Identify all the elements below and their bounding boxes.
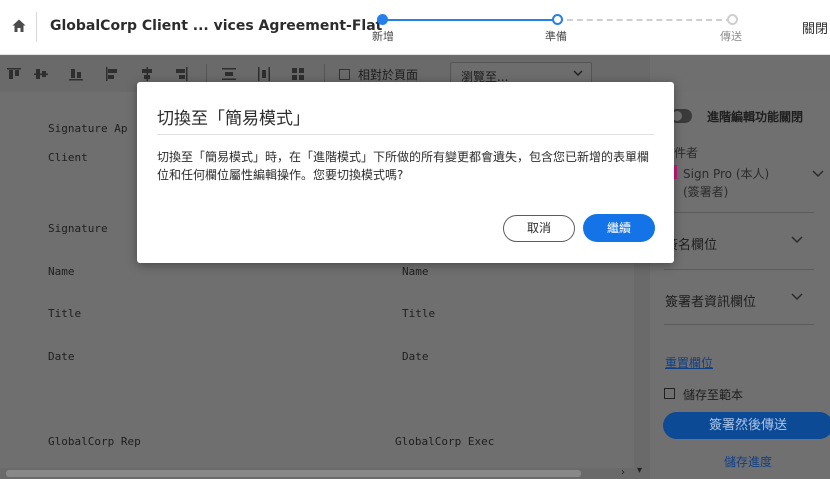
toolbar-divider	[324, 64, 325, 84]
chevron-down-icon[interactable]	[791, 293, 803, 301]
step-line-complete	[382, 19, 557, 21]
advanced-editing-label: 進階編輯功能關閉	[707, 110, 804, 124]
scroll-right-icon[interactable]: ›	[621, 467, 625, 478]
doc-text-date-left: Date	[48, 350, 75, 363]
step-label-prepare: 準備	[545, 30, 567, 43]
top-header: GlobalCorp Client ... vices Agreement-Fl…	[0, 0, 830, 55]
signer-role: (簽署者)	[683, 185, 729, 199]
signer-name[interactable]: Sign Pro (本人)	[683, 165, 769, 182]
signer-info-fields-section[interactable]: 簽署者資訊欄位	[665, 291, 756, 310]
step-line-pending	[557, 19, 732, 21]
doc-text-globalcorp-exec: GlobalCorp Exec	[395, 435, 495, 448]
distribute-vertical-icon[interactable]	[221, 66, 237, 82]
doc-text-title-left: Title	[48, 307, 82, 320]
switch-mode-dialog: 切換至「簡易模式」 切換至「簡易模式」時，在「進階模式」下所做的所有變更都會遺失…	[137, 82, 674, 263]
doc-text-client: Client	[48, 151, 88, 164]
step-dot-prepare	[552, 14, 563, 25]
divider	[664, 269, 814, 270]
chevron-down-icon[interactable]	[791, 236, 803, 244]
dialog-title: 切換至「簡易模式」	[157, 109, 310, 129]
doc-text-name-left: Name	[48, 265, 75, 278]
step-dot-add[interactable]	[377, 14, 388, 25]
dialog-divider	[157, 134, 654, 135]
dialog-message: 切換至「簡易模式」時，在「進階模式」下所做的所有變更都會遺失，包含您已新增的表單…	[157, 150, 650, 182]
save-as-template-label: 儲存至範本	[683, 388, 744, 402]
continue-button[interactable]: 繼續	[583, 214, 655, 242]
doc-text-title-right: Title	[402, 307, 436, 320]
save-progress-link[interactable]: 儲存進度	[724, 453, 772, 470]
align-left-icon[interactable]	[104, 66, 120, 82]
doc-text-globalcorp-rep: GlobalCorp Rep	[48, 435, 141, 448]
chevron-down-icon	[573, 70, 583, 77]
step-dot-send	[727, 14, 738, 25]
horizontal-scroll-thumb[interactable]	[6, 470, 581, 477]
toolbar-divider	[206, 64, 207, 84]
relative-to-page-label: 相對於頁面	[358, 68, 419, 82]
divider	[664, 212, 814, 213]
doc-text-signature: Signature	[48, 222, 108, 235]
doc-text-signature-approval: Signature Ap	[48, 122, 128, 135]
reset-fields-link[interactable]: 重置欄位	[665, 354, 713, 371]
align-right-icon[interactable]	[173, 66, 189, 82]
home-icon	[12, 19, 26, 32]
signer-color-marker	[674, 165, 677, 179]
doc-text-date-right: Date	[402, 350, 429, 363]
divider	[664, 324, 814, 325]
match-size-icon[interactable]	[290, 66, 306, 82]
scroll-down-icon[interactable]: ▾	[637, 465, 642, 476]
align-center-icon[interactable]	[139, 66, 155, 82]
align-middle-icon[interactable]	[33, 66, 49, 82]
cancel-button[interactable]: 取消	[503, 215, 575, 242]
relative-to-page-checkbox[interactable]	[339, 69, 350, 80]
save-as-template-checkbox[interactable]	[664, 388, 675, 399]
distribute-horizontal-icon[interactable]	[256, 66, 272, 82]
align-bottom-icon[interactable]	[68, 66, 84, 82]
progress-steps: 新增 準備 傳送	[372, 14, 742, 44]
home-button[interactable]	[8, 15, 30, 37]
doc-text-name-right: Name	[402, 265, 429, 278]
document-title: GlobalCorp Client ... vices Agreement-Fl…	[50, 18, 383, 34]
right-side-panel: 進階編輯功能關閉 件者 Sign Pro (本人) (簽署者) 簽名欄位 簽署者…	[650, 92, 830, 479]
chevron-down-icon[interactable]	[812, 170, 824, 178]
document-owner-label: 件者	[674, 146, 699, 160]
horizontal-scrollbar[interactable]: ›	[0, 467, 634, 479]
step-label-send: 傳送	[720, 30, 742, 43]
align-top-icon[interactable]	[6, 66, 22, 82]
close-button[interactable]: 關閉	[802, 18, 828, 37]
header-divider	[36, 12, 37, 42]
sign-and-send-button[interactable]: 簽署然後傳送	[663, 412, 830, 439]
step-label-add[interactable]: 新增	[372, 28, 394, 44]
